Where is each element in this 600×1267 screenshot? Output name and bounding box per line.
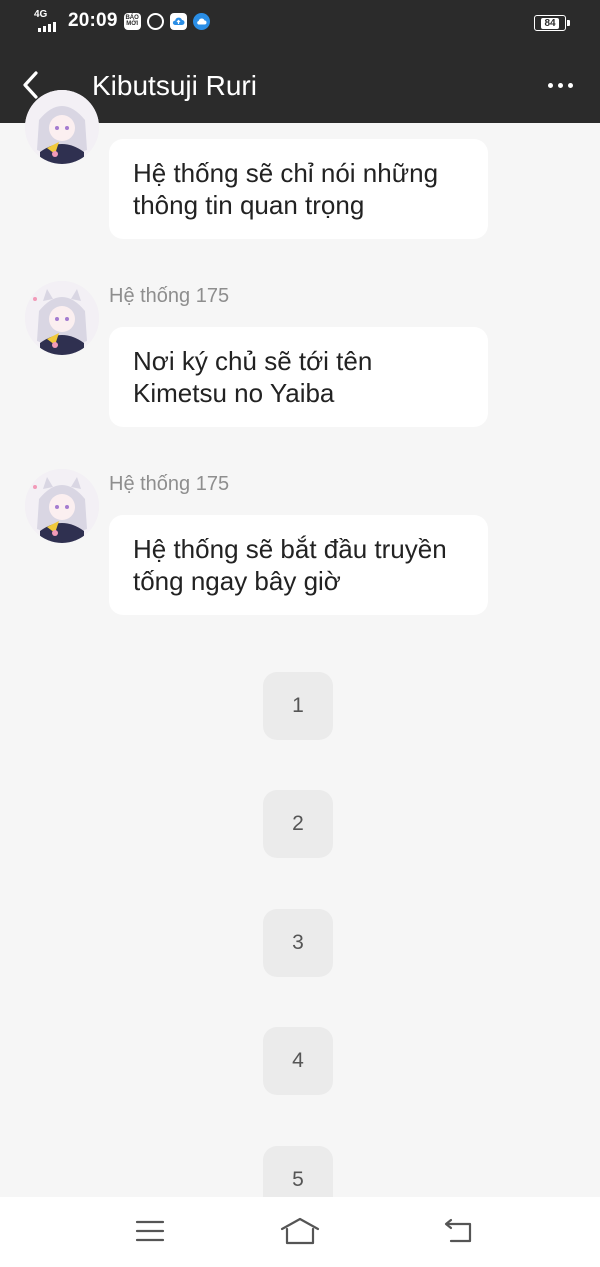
- avatar[interactable]: [25, 281, 99, 355]
- more-options-button[interactable]: [542, 70, 578, 100]
- status-time: 20:09: [68, 10, 118, 31]
- message-line: Nơi ký chủ sẽ tới tên: [133, 346, 373, 376]
- chat-screen: 4G 20:09 BÁO MỚI 84 Kibutsuji Ruri Hệ th…: [0, 0, 600, 1267]
- home-icon: [280, 1217, 320, 1245]
- nav-menu-button[interactable]: [120, 1211, 180, 1251]
- message-line: thông tin quan trọng: [133, 190, 365, 220]
- sender-name: Hệ thống 175: [109, 285, 230, 307]
- nav-back-button[interactable]: [428, 1211, 488, 1251]
- system-nav-bar: [0, 1197, 600, 1267]
- cloud-upload-icon: [169, 12, 187, 30]
- choice-button-3[interactable]: 3: [263, 909, 333, 977]
- avatar[interactable]: [25, 469, 99, 543]
- status-left: 4G 20:09 BÁO MỚI: [34, 10, 210, 32]
- baomoi-notification-icon: BÁO MỚI: [123, 12, 141, 30]
- nav-home-button[interactable]: [270, 1211, 330, 1251]
- battery-level: 84: [541, 17, 559, 29]
- avatar-image: [25, 469, 99, 543]
- return-icon: [444, 1218, 472, 1243]
- avatar-image: [25, 90, 99, 164]
- status-bar: 4G 20:09 BÁO MỚI 84: [0, 0, 600, 48]
- chevron-left-icon: [23, 71, 38, 99]
- battery-icon: 84: [534, 15, 570, 31]
- circle-notification-icon: [146, 12, 164, 30]
- message-line: Hệ thống sẽ chỉ nói những: [133, 158, 439, 188]
- signal-bars-icon: [38, 22, 56, 32]
- choice-button-4[interactable]: 4: [263, 1027, 333, 1095]
- message-line: Kimetsu no Yaiba: [133, 378, 335, 408]
- signal-indicator: 4G: [34, 10, 62, 32]
- choice-button-2[interactable]: 2: [263, 790, 333, 858]
- avatar-image: [25, 281, 99, 355]
- chat-title: Kibutsuji Ruri: [92, 70, 257, 101]
- message-line: Hệ thống sẽ bắt đầu truyền: [133, 534, 447, 564]
- more-dots-icon: [547, 82, 573, 88]
- message-bubble: Hệ thống sẽ bắt đầu truyền tống ngay bây…: [109, 515, 488, 615]
- menu-lines-icon: [135, 1220, 165, 1242]
- message-bubble: Nơi ký chủ sẽ tới tên Kimetsu no Yaiba: [109, 327, 488, 427]
- sender-name: Hệ thống 175: [109, 473, 230, 495]
- avatar[interactable]: [25, 90, 99, 164]
- message-line: tống ngay bây giờ: [133, 566, 341, 596]
- network-type: 4G: [34, 9, 48, 20]
- message-bubble: Hệ thống sẽ chỉ nói những thông tin quan…: [109, 139, 488, 239]
- cloud-sync-icon: [192, 12, 210, 30]
- choice-button-1[interactable]: 1: [263, 672, 333, 740]
